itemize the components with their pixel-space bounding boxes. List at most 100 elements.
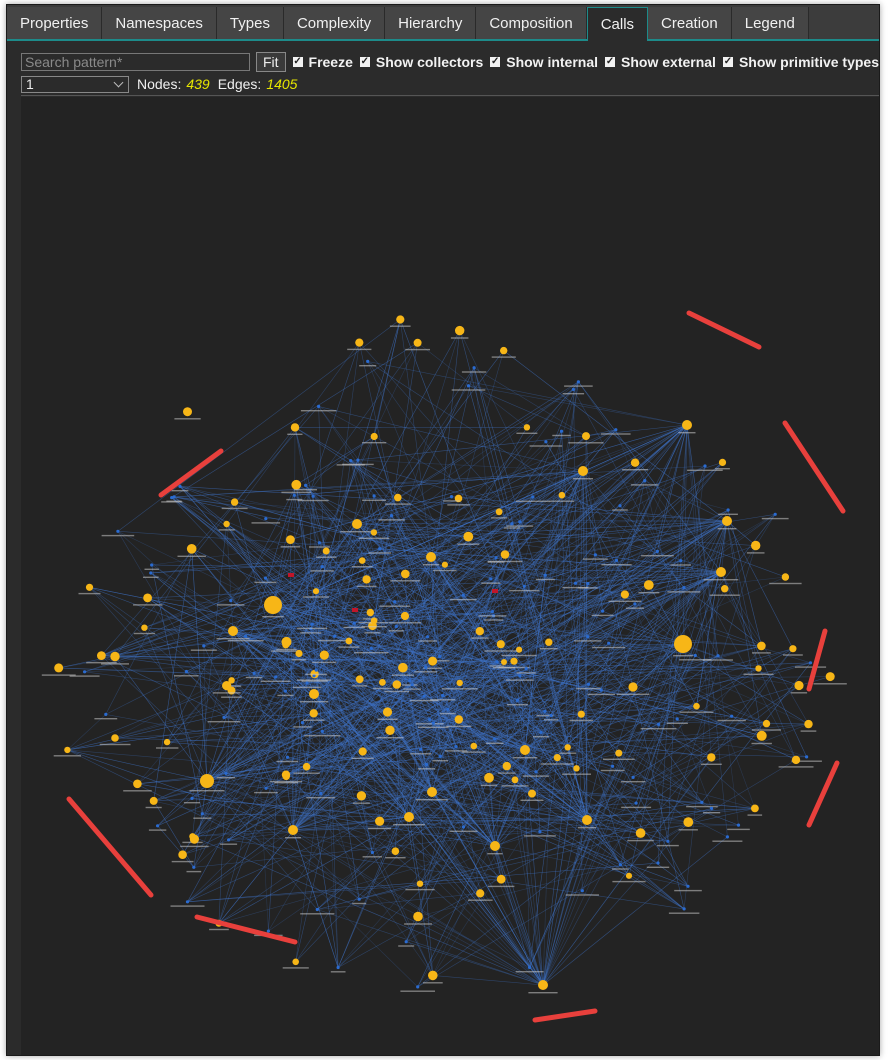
graph-node[interactable] xyxy=(524,667,528,671)
graph-node[interactable] xyxy=(577,710,585,718)
graph-node[interactable] xyxy=(143,593,152,603)
graph-node[interactable] xyxy=(461,593,465,597)
graph-node[interactable] xyxy=(476,889,485,898)
graph-node[interactable] xyxy=(438,654,442,659)
graph-node[interactable] xyxy=(104,712,108,717)
graph-node[interactable] xyxy=(394,624,398,629)
graph-node[interactable] xyxy=(543,573,547,577)
graph-node[interactable] xyxy=(593,553,598,557)
graph-node[interactable] xyxy=(571,387,576,391)
graph-node[interactable] xyxy=(682,586,686,590)
graph-node[interactable] xyxy=(455,325,465,336)
graph-node[interactable] xyxy=(707,753,716,762)
graph-node[interactable] xyxy=(390,514,394,518)
graph-node[interactable] xyxy=(716,654,720,658)
graph-node[interactable] xyxy=(178,850,187,859)
graph-node[interactable] xyxy=(396,315,405,324)
graph-node[interactable] xyxy=(320,729,324,734)
graph-node[interactable] xyxy=(419,747,423,752)
graph-node[interactable] xyxy=(370,432,378,441)
graph-node[interactable] xyxy=(628,682,638,692)
graph-node[interactable] xyxy=(392,680,402,689)
graph-node[interactable] xyxy=(635,828,646,838)
graph-node[interactable] xyxy=(682,907,686,911)
graph-node[interactable] xyxy=(382,707,393,717)
graph-node[interactable] xyxy=(500,550,510,559)
graph-node[interactable] xyxy=(618,863,623,867)
graph-node[interactable] xyxy=(355,675,364,684)
graph-node[interactable] xyxy=(449,495,454,499)
checkbox-icon[interactable]: ✓ xyxy=(292,57,303,67)
graph-node[interactable] xyxy=(223,520,230,528)
graph-node[interactable] xyxy=(808,661,813,665)
graph-node[interactable] xyxy=(762,719,771,728)
graph-node[interactable] xyxy=(490,610,494,614)
graph-node[interactable] xyxy=(349,459,353,463)
tab-namespaces[interactable]: Namespaces xyxy=(102,7,217,39)
graph-node[interactable] xyxy=(185,900,190,904)
graph-node[interactable] xyxy=(510,522,514,526)
graph-node[interactable] xyxy=(461,825,466,829)
graph-node[interactable] xyxy=(538,980,548,990)
graph-node[interactable] xyxy=(573,765,580,772)
graph-node[interactable] xyxy=(83,670,87,674)
graph-node[interactable] xyxy=(288,825,298,835)
graph-node[interactable] xyxy=(805,755,809,759)
graph-node[interactable] xyxy=(466,384,471,388)
graph-node[interactable] xyxy=(416,880,424,887)
graph-node[interactable] xyxy=(314,668,318,672)
graph-node[interactable] xyxy=(244,634,248,639)
call-graph-canvas[interactable] xyxy=(21,97,879,1055)
graph-node[interactable] xyxy=(186,544,197,554)
graph-node[interactable] xyxy=(85,583,94,591)
checkbox-icon[interactable]: ✓ xyxy=(605,57,616,67)
checkbox-icon[interactable]: ✓ xyxy=(359,57,370,67)
graph-node[interactable] xyxy=(222,715,226,720)
graph-node[interactable] xyxy=(428,717,432,722)
graph-node[interactable] xyxy=(703,464,707,468)
graph-node[interactable] xyxy=(391,847,400,855)
graph-node[interactable] xyxy=(116,529,120,533)
graph-node[interactable] xyxy=(693,702,700,710)
graph-node[interactable] xyxy=(559,429,564,433)
graph-node[interactable] xyxy=(500,346,508,355)
graph-node[interactable] xyxy=(333,634,337,638)
highlighted-node[interactable] xyxy=(288,573,294,577)
graph-node[interactable] xyxy=(511,776,519,784)
graph-node[interactable] xyxy=(300,721,304,725)
graph-node[interactable] xyxy=(428,656,438,666)
graph-node[interactable] xyxy=(292,958,300,966)
graph-node[interactable] xyxy=(290,423,300,432)
graph-node[interactable] xyxy=(370,529,378,536)
graph-node[interactable] xyxy=(352,519,362,529)
tab-legend[interactable]: Legend xyxy=(731,7,809,39)
graph-node[interactable] xyxy=(722,516,732,526)
graph-node[interactable] xyxy=(356,791,367,801)
graph-node[interactable] xyxy=(475,627,484,636)
graph-node[interactable] xyxy=(189,834,199,844)
graph-node[interactable] xyxy=(401,569,410,579)
graph-node[interactable] xyxy=(263,576,268,580)
graph-node[interactable] xyxy=(580,889,584,893)
graph-node[interactable] xyxy=(428,970,438,981)
graph-node[interactable] xyxy=(643,479,647,483)
fit-button[interactable]: Fit xyxy=(255,52,286,72)
graph-node[interactable] xyxy=(141,624,148,631)
graph-node[interactable] xyxy=(264,786,268,790)
graph-node[interactable] xyxy=(539,730,543,735)
graph-node[interactable] xyxy=(375,816,385,826)
graph-node[interactable] xyxy=(366,608,374,617)
graph-node[interactable] xyxy=(523,424,531,431)
graph-node[interactable] xyxy=(489,577,493,581)
graph-node[interactable] xyxy=(438,754,442,759)
graph-node[interactable] xyxy=(229,599,233,603)
graph-node[interactable] xyxy=(794,680,804,691)
graph-node[interactable] xyxy=(200,812,204,816)
graph-node[interactable] xyxy=(227,838,231,842)
graph-node[interactable] xyxy=(264,517,268,521)
graph-node[interactable] xyxy=(725,835,730,839)
graph-node[interactable] xyxy=(611,764,615,768)
graph-node[interactable] xyxy=(315,907,319,912)
graph-node[interactable] xyxy=(490,841,500,851)
graph-node[interactable] xyxy=(472,366,476,370)
